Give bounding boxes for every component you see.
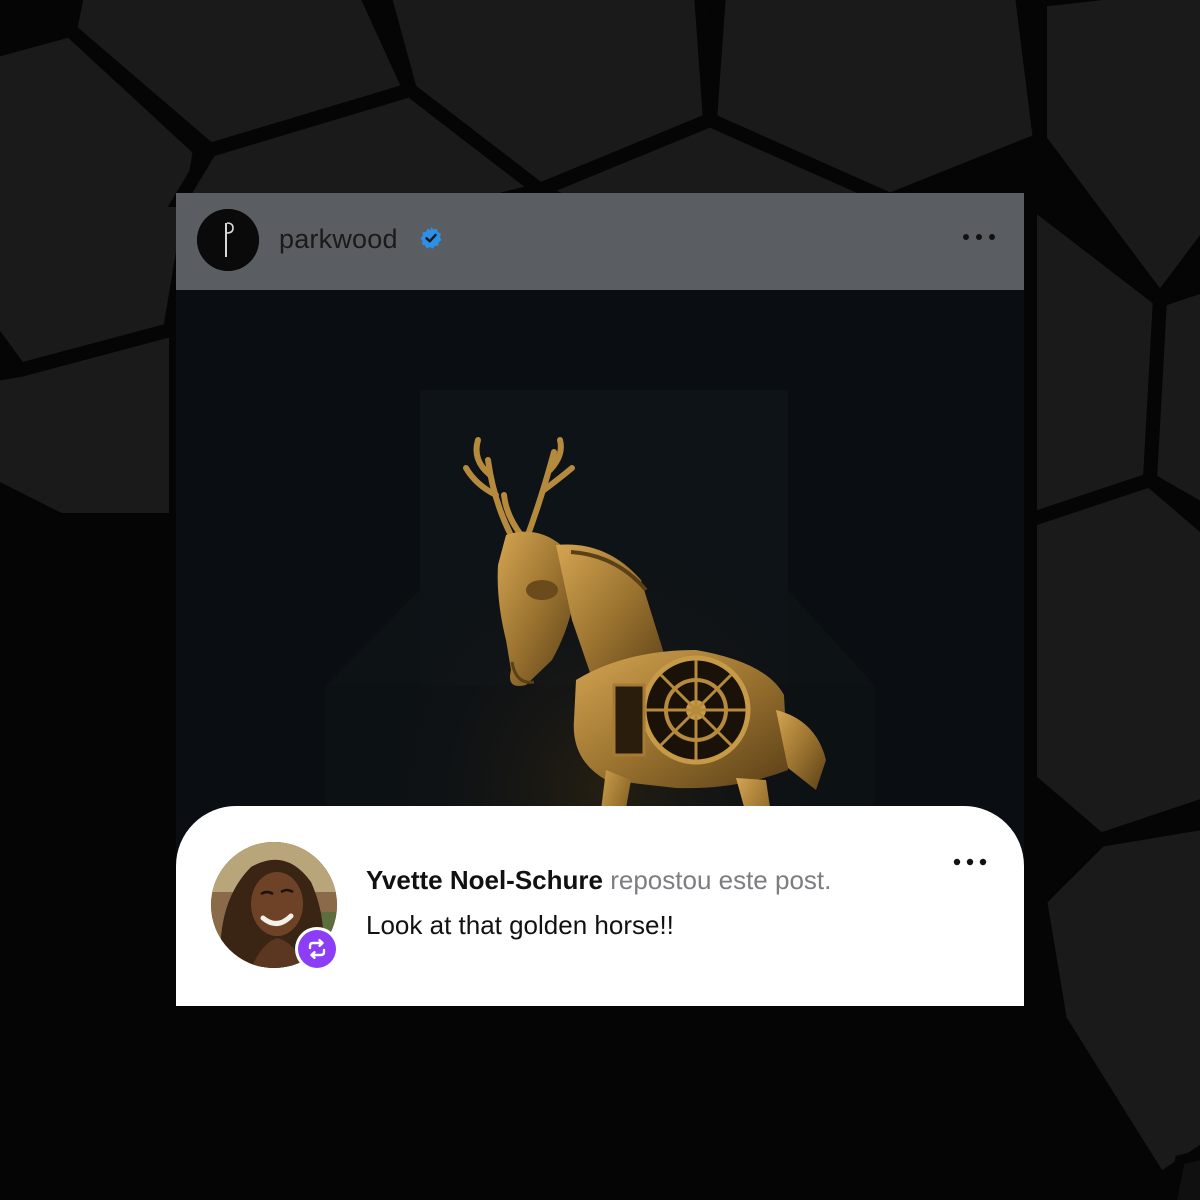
more-options-icon bbox=[953, 858, 987, 866]
repost-more-button[interactable] bbox=[952, 856, 988, 868]
repost-action-text: repostou este post. bbox=[610, 865, 832, 895]
repost-badge bbox=[295, 927, 339, 971]
verified-badge-icon bbox=[420, 227, 442, 249]
repost-icon bbox=[308, 939, 326, 959]
parkwood-logo-icon bbox=[197, 209, 259, 271]
reposter-name[interactable]: Yvette Noel-Schure bbox=[366, 865, 603, 895]
repost-panel: Yvette Noel-Schure repostou este post. L… bbox=[176, 806, 1024, 1006]
more-options-icon bbox=[963, 234, 995, 240]
post-username[interactable]: parkwood bbox=[279, 223, 398, 255]
post-more-button[interactable] bbox=[962, 231, 996, 243]
repost-comment: Look at that golden horse!! bbox=[366, 910, 674, 940]
repost-attribution: Yvette Noel-Schure repostou este post. bbox=[366, 864, 831, 896]
post-header: parkwood bbox=[176, 193, 1024, 290]
profile-avatar[interactable] bbox=[197, 209, 259, 271]
